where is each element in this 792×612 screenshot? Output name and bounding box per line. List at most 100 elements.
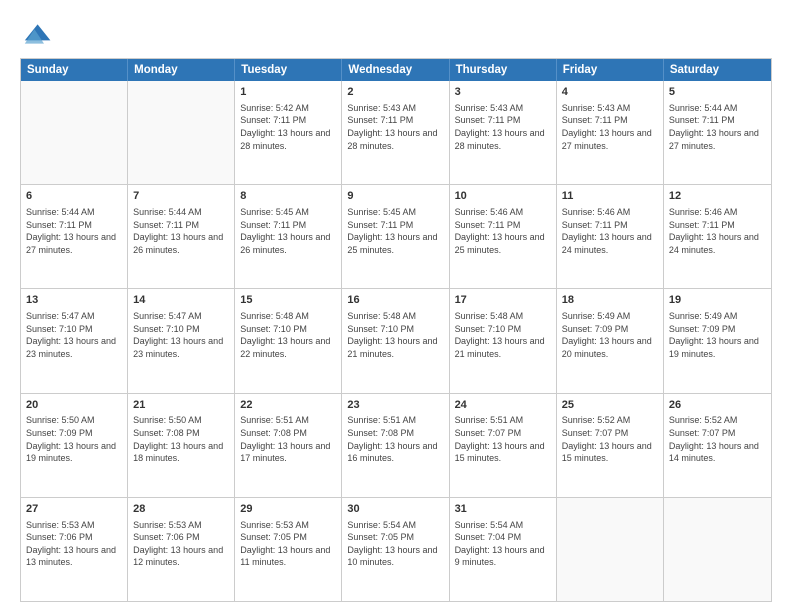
cell-info: Sunrise: 5:46 AM Sunset: 7:11 PM Dayligh…	[562, 206, 658, 256]
day-number: 8	[240, 189, 336, 204]
cell-info: Sunrise: 5:46 AM Sunset: 7:11 PM Dayligh…	[455, 206, 551, 256]
day-number: 2	[347, 85, 443, 100]
cell-info: Sunrise: 5:45 AM Sunset: 7:11 PM Dayligh…	[240, 206, 336, 256]
cell-info: Sunrise: 5:45 AM Sunset: 7:11 PM Dayligh…	[347, 206, 443, 256]
cell-info: Sunrise: 5:51 AM Sunset: 7:07 PM Dayligh…	[455, 414, 551, 464]
cal-cell: 1 Sunrise: 5:42 AM Sunset: 7:11 PM Daylig…	[235, 81, 342, 184]
cal-header-wednesday: Wednesday	[342, 59, 449, 81]
cal-cell: 24Sunrise: 5:51 AM Sunset: 7:07 PM Dayli…	[450, 394, 557, 497]
cal-cell: 22Sunrise: 5:51 AM Sunset: 7:08 PM Dayli…	[235, 394, 342, 497]
cal-cell: 19 Sunrise: 5:49 AM Sunset: 7:09 PM Dayli…	[664, 289, 771, 392]
cal-cell: 26Sunrise: 5:52 AM Sunset: 7:07 PM Dayli…	[664, 394, 771, 497]
cal-cell: 29 Sunrise: 5:53 AM Sunset: 7:05 PM Dayli…	[235, 498, 342, 601]
day-number: 26	[669, 398, 766, 413]
cal-header-sunday: Sunday	[21, 59, 128, 81]
cell-info: Sunrise: 5:43 AM Sunset: 7:11 PM Dayligh…	[455, 102, 551, 152]
cal-week-1: 1 Sunrise: 5:42 AM Sunset: 7:11 PM Daylig…	[21, 81, 771, 185]
calendar-header-row: SundayMondayTuesdayWednesdayThursdayFrid…	[21, 59, 771, 81]
cal-cell: 2 Sunrise: 5:43 AM Sunset: 7:11 PM Daylig…	[342, 81, 449, 184]
day-number: 28	[133, 502, 229, 517]
day-number: 14	[133, 293, 229, 308]
cell-info: Sunrise: 5:52 AM Sunset: 7:07 PM Dayligh…	[562, 414, 658, 464]
cell-info: Sunrise: 5:49 AM Sunset: 7:09 PM Dayligh…	[669, 310, 766, 360]
day-number: 4	[562, 85, 658, 100]
cal-cell: 25Sunrise: 5:52 AM Sunset: 7:07 PM Dayli…	[557, 394, 664, 497]
cal-header-saturday: Saturday	[664, 59, 771, 81]
day-number: 9	[347, 189, 443, 204]
cell-info: Sunrise: 5:53 AM Sunset: 7:06 PM Dayligh…	[133, 519, 229, 569]
cell-info: Sunrise: 5:43 AM Sunset: 7:11 PM Dayligh…	[347, 102, 443, 152]
cal-header-friday: Friday	[557, 59, 664, 81]
cal-cell: 3 Sunrise: 5:43 AM Sunset: 7:11 PM Daylig…	[450, 81, 557, 184]
cal-header-tuesday: Tuesday	[235, 59, 342, 81]
calendar-body: 1 Sunrise: 5:42 AM Sunset: 7:11 PM Daylig…	[21, 81, 771, 601]
cal-cell: 15 Sunrise: 5:48 AM Sunset: 7:10 PM Dayli…	[235, 289, 342, 392]
cell-info: Sunrise: 5:48 AM Sunset: 7:10 PM Dayligh…	[347, 310, 443, 360]
day-number: 7	[133, 189, 229, 204]
header	[20, 18, 772, 50]
cell-info: Sunrise: 5:50 AM Sunset: 7:09 PM Dayligh…	[26, 414, 122, 464]
cal-cell: 31 Sunrise: 5:54 AM Sunset: 7:04 PM Dayli…	[450, 498, 557, 601]
cal-header-monday: Monday	[128, 59, 235, 81]
cal-cell: 27 Sunrise: 5:53 AM Sunset: 7:06 PM Dayli…	[21, 498, 128, 601]
cal-cell	[664, 498, 771, 601]
day-number: 10	[455, 189, 551, 204]
day-number: 5	[669, 85, 766, 100]
day-number: 29	[240, 502, 336, 517]
day-number: 16	[347, 293, 443, 308]
cell-info: Sunrise: 5:53 AM Sunset: 7:05 PM Dayligh…	[240, 519, 336, 569]
cell-info: Sunrise: 5:42 AM Sunset: 7:11 PM Dayligh…	[240, 102, 336, 152]
cal-cell: 20Sunrise: 5:50 AM Sunset: 7:09 PM Dayli…	[21, 394, 128, 497]
page: SundayMondayTuesdayWednesdayThursdayFrid…	[0, 0, 792, 612]
cell-info: Sunrise: 5:54 AM Sunset: 7:04 PM Dayligh…	[455, 519, 551, 569]
day-number: 23	[347, 398, 443, 413]
cal-cell: 30Sunrise: 5:54 AM Sunset: 7:05 PM Dayli…	[342, 498, 449, 601]
day-number: 3	[455, 85, 551, 100]
cal-cell: 14 Sunrise: 5:47 AM Sunset: 7:10 PM Dayli…	[128, 289, 235, 392]
day-number: 6	[26, 189, 122, 204]
cal-cell: 10 Sunrise: 5:46 AM Sunset: 7:11 PM Dayli…	[450, 185, 557, 288]
cell-info: Sunrise: 5:49 AM Sunset: 7:09 PM Dayligh…	[562, 310, 658, 360]
cal-cell: 4 Sunrise: 5:43 AM Sunset: 7:11 PM Daylig…	[557, 81, 664, 184]
cell-info: Sunrise: 5:44 AM Sunset: 7:11 PM Dayligh…	[669, 102, 766, 152]
cell-info: Sunrise: 5:51 AM Sunset: 7:08 PM Dayligh…	[240, 414, 336, 464]
cal-cell: 18 Sunrise: 5:49 AM Sunset: 7:09 PM Dayli…	[557, 289, 664, 392]
cal-cell: 6 Sunrise: 5:44 AM Sunset: 7:11 PM Daylig…	[21, 185, 128, 288]
day-number: 25	[562, 398, 658, 413]
cell-info: Sunrise: 5:43 AM Sunset: 7:11 PM Dayligh…	[562, 102, 658, 152]
cell-info: Sunrise: 5:48 AM Sunset: 7:10 PM Dayligh…	[455, 310, 551, 360]
cal-week-5: 27 Sunrise: 5:53 AM Sunset: 7:06 PM Dayli…	[21, 498, 771, 601]
day-number: 24	[455, 398, 551, 413]
cell-info: Sunrise: 5:44 AM Sunset: 7:11 PM Dayligh…	[133, 206, 229, 256]
day-number: 22	[240, 398, 336, 413]
cal-cell: 7 Sunrise: 5:44 AM Sunset: 7:11 PM Daylig…	[128, 185, 235, 288]
cal-cell: 28 Sunrise: 5:53 AM Sunset: 7:06 PM Dayli…	[128, 498, 235, 601]
day-number: 13	[26, 293, 122, 308]
cell-info: Sunrise: 5:48 AM Sunset: 7:10 PM Dayligh…	[240, 310, 336, 360]
cal-cell: 17Sunrise: 5:48 AM Sunset: 7:10 PM Dayli…	[450, 289, 557, 392]
cell-info: Sunrise: 5:46 AM Sunset: 7:11 PM Dayligh…	[669, 206, 766, 256]
cell-info: Sunrise: 5:44 AM Sunset: 7:11 PM Dayligh…	[26, 206, 122, 256]
cell-info: Sunrise: 5:47 AM Sunset: 7:10 PM Dayligh…	[26, 310, 122, 360]
cal-week-2: 6 Sunrise: 5:44 AM Sunset: 7:11 PM Daylig…	[21, 185, 771, 289]
cal-cell: 11 Sunrise: 5:46 AM Sunset: 7:11 PM Dayli…	[557, 185, 664, 288]
cal-week-4: 20Sunrise: 5:50 AM Sunset: 7:09 PM Dayli…	[21, 394, 771, 498]
day-number: 15	[240, 293, 336, 308]
cal-cell: 12Sunrise: 5:46 AM Sunset: 7:11 PM Dayli…	[664, 185, 771, 288]
day-number: 18	[562, 293, 658, 308]
cell-info: Sunrise: 5:51 AM Sunset: 7:08 PM Dayligh…	[347, 414, 443, 464]
cal-cell	[21, 81, 128, 184]
cal-cell: 8 Sunrise: 5:45 AM Sunset: 7:11 PM Daylig…	[235, 185, 342, 288]
cal-cell: 21Sunrise: 5:50 AM Sunset: 7:08 PM Dayli…	[128, 394, 235, 497]
day-number: 11	[562, 189, 658, 204]
cell-info: Sunrise: 5:47 AM Sunset: 7:10 PM Dayligh…	[133, 310, 229, 360]
day-number: 19	[669, 293, 766, 308]
day-number: 1	[240, 85, 336, 100]
cal-cell: 16 Sunrise: 5:48 AM Sunset: 7:10 PM Dayli…	[342, 289, 449, 392]
calendar: SundayMondayTuesdayWednesdayThursdayFrid…	[20, 58, 772, 602]
day-number: 31	[455, 502, 551, 517]
cell-info: Sunrise: 5:54 AM Sunset: 7:05 PM Dayligh…	[347, 519, 443, 569]
cal-week-3: 13 Sunrise: 5:47 AM Sunset: 7:10 PM Dayli…	[21, 289, 771, 393]
cell-info: Sunrise: 5:53 AM Sunset: 7:06 PM Dayligh…	[26, 519, 122, 569]
day-number: 27	[26, 502, 122, 517]
